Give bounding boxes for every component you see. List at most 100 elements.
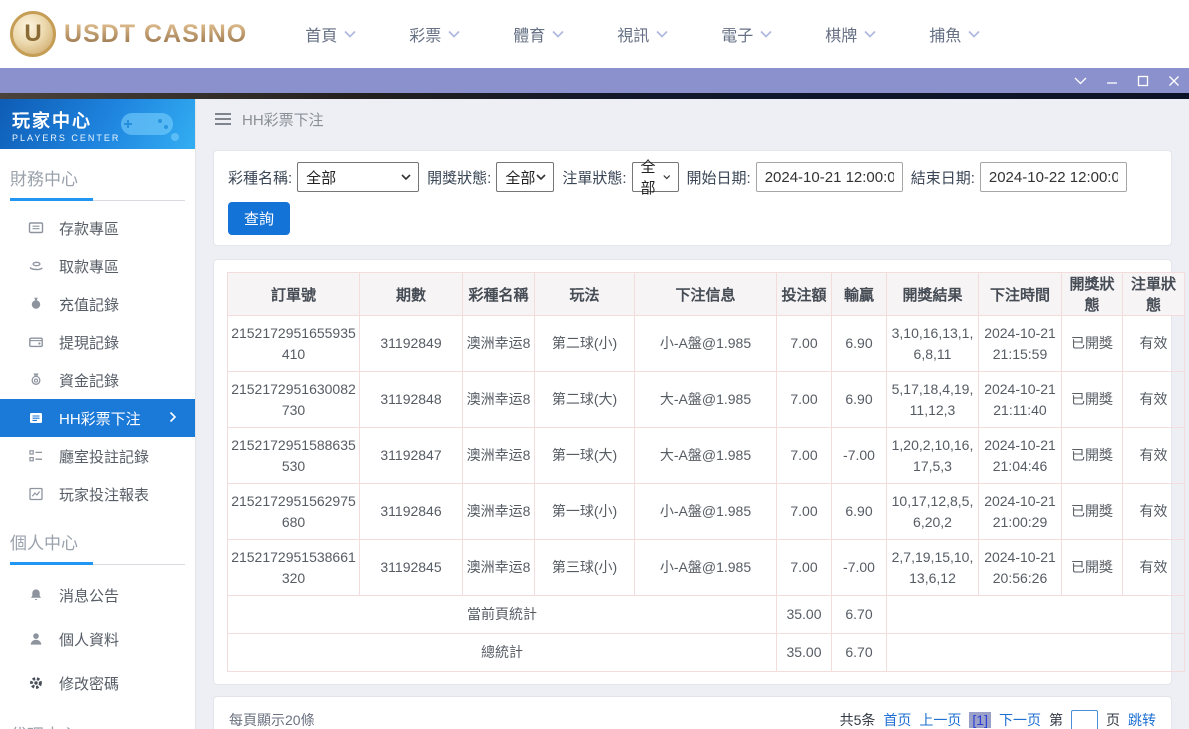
- sidebar-item-recharge-records[interactable]: 充值記錄: [0, 285, 195, 323]
- end-date-input[interactable]: [980, 162, 1127, 192]
- page-jump-input[interactable]: [1071, 710, 1098, 729]
- chevron-down-icon: [968, 30, 980, 38]
- minimize-icon[interactable]: [1096, 68, 1127, 93]
- table-cell: 2024-10-21 20:56:26: [979, 540, 1062, 596]
- total-count-text: 共5条: [840, 710, 876, 729]
- sidebar-item-change-password[interactable]: 修改密碼: [0, 661, 195, 705]
- chevron-down-icon: [448, 30, 460, 38]
- col-play-type: 玩法: [535, 273, 635, 316]
- maximize-icon[interactable]: [1127, 68, 1158, 93]
- table-cell: 第二球(大): [535, 372, 635, 428]
- order-status-select[interactable]: 全部: [632, 162, 679, 192]
- window-title-bar: [0, 68, 1189, 93]
- table-cell: 6.90: [832, 484, 887, 540]
- table-cell: 小-A盤@1.985: [635, 540, 777, 596]
- pagination-bar: 每頁顯示20條 共5条 首页 上一页 [1] 下一页 第 页 跳转: [213, 696, 1172, 729]
- table-header-row: 訂單號 期數 彩種名稱 玩法 下注信息 投注額 輸贏 開獎結果 下注時間 開獎狀…: [228, 273, 1185, 316]
- lottery-name-select[interactable]: 全部: [297, 162, 419, 192]
- section-agent: 代理中心: [0, 705, 195, 729]
- table-cell: 大-A盤@1.985: [635, 372, 777, 428]
- table-cell: 31192845: [360, 540, 463, 596]
- table-cell: 2152172951588635530: [228, 428, 360, 484]
- chevron-down-icon: [656, 30, 668, 38]
- page-size-text: 每頁顯示20條: [229, 710, 315, 729]
- sidebar-item-withdraw-zone[interactable]: 取款專區: [0, 247, 195, 285]
- total-summary-winloss: 6.70: [832, 634, 887, 672]
- col-lottery-name: 彩種名稱: [463, 273, 535, 316]
- logo-text: USDT CASINO: [64, 20, 247, 49]
- nav-item-lottery[interactable]: 彩票: [409, 22, 513, 46]
- draw-status-label: 開獎狀態:: [427, 167, 491, 188]
- nav-label: 彩票: [409, 22, 441, 46]
- end-date-label: 結束日期:: [911, 167, 975, 188]
- col-draw-result: 開獎結果: [887, 273, 979, 316]
- page-summary-row: 當前頁統計 35.00 6.70: [228, 596, 1185, 634]
- page-summary-label: 當前頁統計: [228, 596, 777, 634]
- nav-item-fishing[interactable]: 捕魚: [929, 22, 1033, 46]
- personal-menu: 消息公告 個人資料 修改密碼: [0, 565, 195, 705]
- sidebar-item-profile[interactable]: 個人資料: [0, 617, 195, 661]
- sidebar-item-deposit-zone[interactable]: 存款專區: [0, 209, 195, 247]
- jump-suffix-text: 页: [1106, 710, 1120, 729]
- table-cell: 已開獎: [1062, 484, 1123, 540]
- nav-item-home[interactable]: 首頁: [305, 22, 409, 46]
- sidebar-item-announcements[interactable]: 消息公告: [0, 573, 195, 617]
- titlebar-dropdown-icon[interactable]: [1065, 68, 1096, 93]
- nav-item-video[interactable]: 視訊: [617, 22, 721, 46]
- funds-bag-icon: [28, 372, 44, 388]
- page-summary-bet: 35.00: [777, 596, 832, 634]
- total-summary-empty: [887, 634, 1185, 672]
- table-cell: 7.00: [777, 316, 832, 372]
- pager: 共5条 首页 上一页 [1] 下一页 第 页 跳转: [840, 710, 1156, 729]
- nav-item-boardgames[interactable]: 棋牌: [825, 22, 929, 46]
- hamburger-icon[interactable]: [214, 112, 232, 126]
- table-cell: 5,17,18,4,19,11,12,3: [887, 372, 979, 428]
- nav-label: 體育: [513, 22, 545, 46]
- sidebar-item-funds-records[interactable]: 資金記錄: [0, 361, 195, 399]
- start-date-input[interactable]: [756, 162, 903, 192]
- sidebar-item-withdrawal-records[interactable]: 提現記錄: [0, 323, 195, 361]
- table-cell: 2152172951562975680: [228, 484, 360, 540]
- main-area: HH彩票下注 彩種名稱: 全部 開獎狀態: 全部: [196, 99, 1189, 729]
- sidebar-header: 玩家中心 PLAYERS CENTER: [0, 99, 195, 149]
- col-win-loss: 輸贏: [832, 273, 887, 316]
- table-body: 215217295165593541031192849澳洲幸运8第二球(小)小-…: [228, 316, 1185, 596]
- draw-status-select[interactable]: 全部: [496, 162, 554, 192]
- first-page-link[interactable]: 首页: [883, 710, 911, 729]
- col-bet-amount: 投注額: [777, 273, 832, 316]
- table-cell: -7.00: [832, 428, 887, 484]
- table-cell: 1,20,2,10,16,17,5,3: [887, 428, 979, 484]
- nav-item-slots[interactable]: 電子: [721, 22, 825, 46]
- table-cell: 31192847: [360, 428, 463, 484]
- jump-button[interactable]: 跳转: [1128, 710, 1156, 729]
- search-button[interactable]: 查詢: [228, 202, 290, 235]
- current-page-indicator: [1]: [969, 712, 991, 728]
- close-icon[interactable]: [1158, 68, 1189, 93]
- sidebar-item-hh-lottery-bets[interactable]: HH彩票下注: [0, 399, 195, 437]
- sidebar-item-player-bet-report[interactable]: 玩家投注報表: [0, 475, 195, 513]
- table-cell: 有效: [1123, 372, 1185, 428]
- table-cell: 已開獎: [1062, 428, 1123, 484]
- section-personal-label: 個人中心: [10, 529, 185, 562]
- table-cell: 有效: [1123, 316, 1185, 372]
- col-bet-info: 下注信息: [635, 273, 777, 316]
- col-order-status: 注單狀態: [1123, 273, 1185, 316]
- select-chevron-icon: [536, 174, 546, 180]
- deposit-card-icon: [28, 220, 44, 236]
- section-agent-label: 代理中心: [10, 721, 185, 729]
- table-cell: 第三球(小): [535, 540, 635, 596]
- hand-money-icon: [28, 258, 44, 274]
- table-cell: 有效: [1123, 428, 1185, 484]
- start-date-label: 開始日期:: [687, 167, 751, 188]
- page-summary-winloss: 6.70: [832, 596, 887, 634]
- table-cell: 第一球(大): [535, 428, 635, 484]
- table-cell: 小-A盤@1.985: [635, 484, 777, 540]
- next-page-link[interactable]: 下一页: [999, 710, 1041, 729]
- selected-value: 全部: [306, 167, 336, 188]
- prev-page-link[interactable]: 上一页: [919, 710, 961, 729]
- sidebar-item-room-bet-records[interactable]: 廳室投註記錄: [0, 437, 195, 475]
- checklist-icon: [28, 448, 44, 464]
- nav-label: 捕魚: [929, 22, 961, 46]
- nav-item-sports[interactable]: 體育: [513, 22, 617, 46]
- person-icon: [28, 631, 44, 647]
